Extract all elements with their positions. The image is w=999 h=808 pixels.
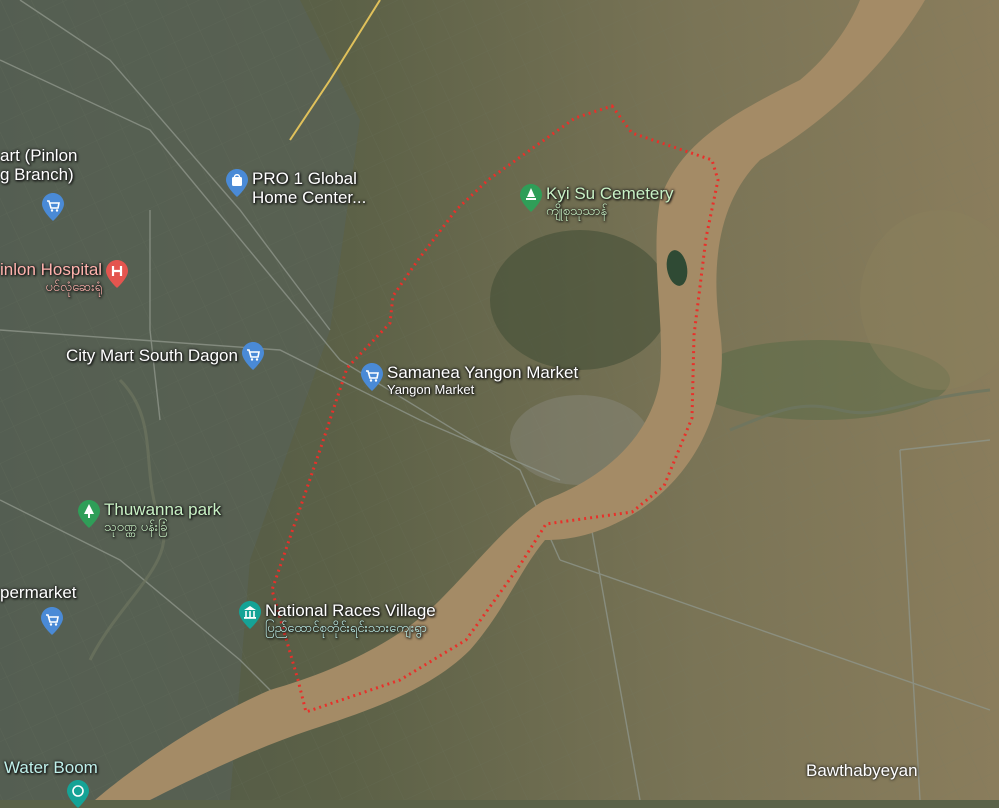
poi-label: PRO 1 Global [252, 169, 357, 188]
shopping-cart-icon [361, 363, 383, 391]
place-label-bawthabyeyan: Bawthabyeyan [806, 761, 918, 780]
poi-label: City Mart South Dagon [66, 346, 238, 365]
vegetation-patch [490, 230, 670, 370]
poi-label: National Races Village [265, 601, 436, 620]
poi-label: Water Boom [4, 758, 98, 777]
museum-icon [239, 601, 261, 629]
poi-kyi-su-cemetery[interactable]: Kyi Su Cemetery ကျိုစုသုသာန် [520, 184, 674, 218]
poi-label-burmese: ကျိုစုသုသာန် [546, 203, 608, 218]
poi-label: Thuwanna park [104, 500, 222, 519]
poi-pinlon-hospital[interactable]: inlon Hospital ပင်လုံဆေးရုံ [0, 260, 129, 294]
hospital-icon [106, 260, 129, 288]
poi-supermarket[interactable]: permarket [0, 583, 77, 602]
poi-water-boom[interactable]: Water Boom [4, 758, 98, 777]
cemetery-icon [520, 184, 542, 212]
poi-pro1-global[interactable]: PRO 1 Global Home Center... [226, 169, 366, 207]
shopping-bag-icon [226, 169, 248, 197]
poi-national-races-village[interactable]: National Races Village ပြည်ထောင်စုတိုင်း… [239, 601, 436, 635]
poi-label-burmese: ပြည်ထောင်စုတိုင်းရင်းသားကျေးရွာ [265, 620, 427, 635]
poi-label-burmese: ပင်လုံဆေးရုံ [45, 279, 103, 294]
shopping-cart-icon[interactable] [42, 193, 64, 221]
poi-label: Kyi Su Cemetery [546, 184, 674, 203]
poi-label: g Branch) [0, 165, 74, 184]
shopping-cart-icon [241, 342, 264, 370]
water-park-icon[interactable] [67, 780, 89, 808]
poi-label: inlon Hospital [0, 260, 103, 279]
poi-thuwanna-park[interactable]: Thuwanna park သုဝဏ္ဏ ပန်းခြံ [78, 500, 221, 534]
poi-city-mart-pinlon[interactable]: art (Pinlon g Branch) [0, 146, 77, 184]
park-tree-icon [78, 500, 100, 528]
poi-label: Samanea Yangon Market [387, 363, 579, 382]
poi-samanea-yangon-market[interactable]: Samanea Yangon Market Yangon Market [361, 363, 578, 397]
poi-city-mart-south-dagon[interactable]: City Mart South Dagon [66, 342, 264, 370]
shopping-cart-icon[interactable] [41, 607, 63, 635]
poi-label-burmese: သုဝဏ္ဏ ပန်းခြံ [104, 519, 168, 534]
poi-label: permarket [0, 583, 77, 602]
poi-label: Home Center... [252, 188, 367, 207]
poi-label: art (Pinlon [0, 146, 78, 165]
poi-sublabel: Yangon Market [387, 382, 475, 397]
satellite-map[interactable] [0, 0, 999, 800]
